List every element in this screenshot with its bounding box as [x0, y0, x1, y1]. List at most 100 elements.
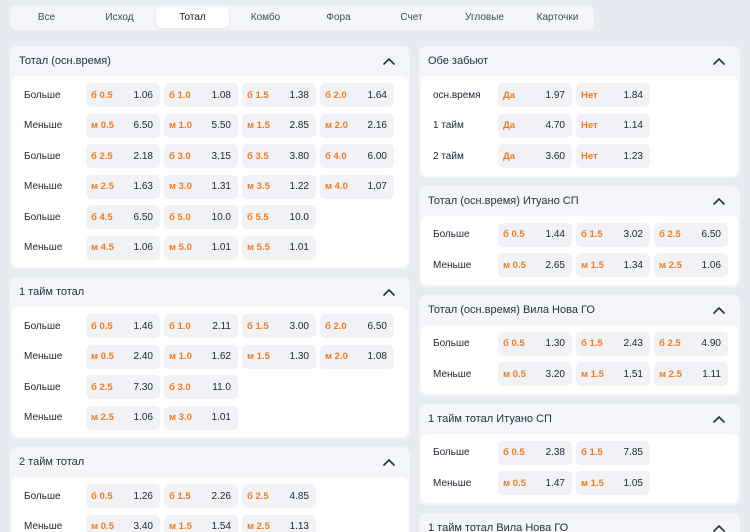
odds-button[interactable]: б 3.0 11.0 [164, 375, 238, 400]
odds-button[interactable]: б 0.5 1.06 [86, 83, 160, 108]
market-card-header[interactable]: Тотал (осн.время) Вила Нова ГО [419, 295, 740, 325]
odds-button[interactable]: б 2.5 4.90 [654, 331, 728, 356]
tab-2[interactable]: Тотал [156, 7, 229, 28]
odds-button[interactable]: б 3.5 3.80 [242, 144, 316, 169]
odds-button[interactable]: Нет 1.23 [576, 144, 650, 169]
tab-4[interactable]: Фора [302, 5, 375, 30]
tab-7[interactable]: Карточки [521, 5, 594, 30]
tab-6[interactable]: Угловые [448, 5, 521, 30]
odds-button[interactable]: б 1.5 7.85 [576, 440, 650, 465]
odds-button[interactable]: б 2.5 6.50 [654, 222, 728, 247]
tab-5[interactable]: Счет [375, 5, 448, 30]
odds-button[interactable]: м 3.5 1.22 [242, 174, 316, 199]
odds-button[interactable]: м 0.5 2.65 [498, 253, 572, 278]
odds-button[interactable]: Нет 1.14 [576, 113, 650, 138]
odds-row: Больше б 0.5 2.38 б 1.5 7.85 [421, 438, 738, 469]
chevron-up-icon[interactable] [712, 194, 726, 208]
odds-outcome: б 0.5 [503, 447, 525, 459]
odds-button[interactable]: м 1.5 1.30 [242, 344, 316, 369]
odds-button[interactable]: б 2.5 2.18 [86, 144, 160, 169]
odds-button[interactable]: б 2.0 6.50 [320, 314, 394, 339]
chevron-up-icon[interactable] [382, 54, 396, 68]
chevron-up-icon[interactable] [712, 521, 726, 532]
odds-button[interactable]: б 1.5 1.38 [242, 83, 316, 108]
odds-button[interactable]: м 1.5 1.34 [576, 253, 650, 278]
odds-button[interactable]: м 3.0 1.31 [164, 174, 238, 199]
odds-button[interactable]: б 5.5 10.0 [242, 205, 316, 230]
odds-button[interactable]: м 2.5 1.13 [242, 514, 316, 532]
odds-button[interactable]: б 0.5 1.44 [498, 222, 572, 247]
odds-button[interactable]: м 1.5 1.05 [576, 471, 650, 496]
odds-outcome: м 1.5 [247, 120, 270, 132]
chevron-up-icon[interactable] [712, 303, 726, 317]
odds-value: 1.08 [211, 89, 231, 101]
odds-button[interactable]: б 1.5 2.43 [576, 331, 650, 356]
market-card-header[interactable]: 1 тайм тотал Итуано СП [419, 404, 740, 434]
market-tabs: Все Исход Тотал Комбо Фора Счет Угловые Карточк… [10, 5, 594, 30]
chevron-up-icon[interactable] [712, 54, 726, 68]
odds-button[interactable]: б 1.5 2.26 [164, 484, 238, 509]
odds-button[interactable]: б 1.0 1.08 [164, 83, 238, 108]
odds-button[interactable]: м 0.5 1.47 [498, 471, 572, 496]
odds-button[interactable]: м 2.5 1.63 [86, 174, 160, 199]
odds-button[interactable]: б 0.5 1.30 [498, 331, 572, 356]
odds-outcome: б 0.5 [91, 320, 113, 332]
market-card-header[interactable]: 1 тайм тотал [10, 277, 410, 307]
tab-1[interactable]: Исход [83, 5, 156, 30]
odds-outcome: м 1.5 [581, 368, 604, 380]
odds-button[interactable]: Да 4.70 [498, 113, 572, 138]
row-label: Меньше [433, 477, 472, 489]
odds-button[interactable]: м 2.5 1.06 [86, 405, 160, 430]
market-card-header[interactable]: Тотал (осн.время) [10, 46, 410, 76]
odds-button[interactable]: б 2.5 4.85 [242, 484, 316, 509]
odds-button[interactable]: м 4.0 1.07 [320, 174, 394, 199]
chevron-up-icon[interactable] [382, 455, 396, 469]
chevron-up-icon[interactable] [382, 285, 396, 299]
odds-outcome: б 1.5 [247, 320, 269, 332]
odds-button[interactable]: м 2.5 1.11 [654, 362, 728, 387]
odds-button[interactable]: б 1.5 3.00 [242, 314, 316, 339]
odds-button[interactable]: м 5.5 1.01 [242, 235, 316, 260]
odds-value: 6.50 [701, 229, 721, 241]
market-card-header[interactable]: 1 тайм тотал Вила Нова ГО [419, 513, 740, 532]
odds-button[interactable]: б 4.0 6.00 [320, 144, 394, 169]
odds-button[interactable]: м 3.0 1.01 [164, 405, 238, 430]
odds-button[interactable]: б 0.5 2.38 [498, 440, 572, 465]
odds-button[interactable]: м 4.5 1.06 [86, 235, 160, 260]
odds-button[interactable]: м 1.5 1.51 [576, 362, 650, 387]
odds-button[interactable]: б 1.5 3.02 [576, 222, 650, 247]
odds-outcome: м 1.5 [581, 477, 604, 489]
odds-button[interactable]: м 2.0 2.16 [320, 113, 394, 138]
odds-button[interactable]: м 1.5 2.85 [242, 113, 316, 138]
chevron-up-icon[interactable] [712, 412, 726, 426]
tab-0[interactable]: Все [10, 5, 83, 30]
odds-button[interactable]: м 0.5 3.40 [86, 514, 160, 532]
odds-button[interactable]: б 4.5 6.50 [86, 205, 160, 230]
odds-button[interactable]: м 1.0 5.50 [164, 113, 238, 138]
odds-button[interactable]: м 5.0 1.01 [164, 235, 238, 260]
odds-button[interactable]: м 2.0 1.08 [320, 344, 394, 369]
odds-outcome: Нет [581, 120, 598, 132]
odds-button[interactable]: б 2.0 1.64 [320, 83, 394, 108]
market-card-header[interactable]: Тотал (осн.время) Итуано СП [419, 186, 740, 216]
odds-button[interactable]: Да 3.60 [498, 144, 572, 169]
odds-button[interactable]: Да 1.97 [498, 83, 572, 108]
odds-button[interactable]: м 1.0 1.62 [164, 344, 238, 369]
odds-value: 1.64 [367, 89, 387, 101]
odds-button[interactable]: б 3.0 3.15 [164, 144, 238, 169]
odds-button[interactable]: б 1.0 2.11 [164, 314, 238, 339]
odds-button[interactable]: м 0.5 3.20 [498, 362, 572, 387]
odds-button[interactable]: б 0.5 1.26 [86, 484, 160, 509]
odds-button[interactable]: б 2.5 7.30 [86, 375, 160, 400]
odds-button[interactable]: м 0.5 2.40 [86, 344, 160, 369]
market-card-header[interactable]: Обе забьют [419, 46, 740, 76]
odds-button[interactable]: Нет 1.84 [576, 83, 650, 108]
odds-value: 1.01 [289, 242, 309, 254]
odds-button[interactable]: м 1.5 1.54 [164, 514, 238, 532]
odds-button[interactable]: м 0.5 6.50 [86, 113, 160, 138]
odds-button[interactable]: м 2.5 1.06 [654, 253, 728, 278]
odds-button[interactable]: б 0.5 1.46 [86, 314, 160, 339]
tab-3[interactable]: Комбо [229, 5, 302, 30]
odds-button[interactable]: б 5.0 10.0 [164, 205, 238, 230]
market-card-header[interactable]: 2 тайм тотал [10, 447, 410, 477]
